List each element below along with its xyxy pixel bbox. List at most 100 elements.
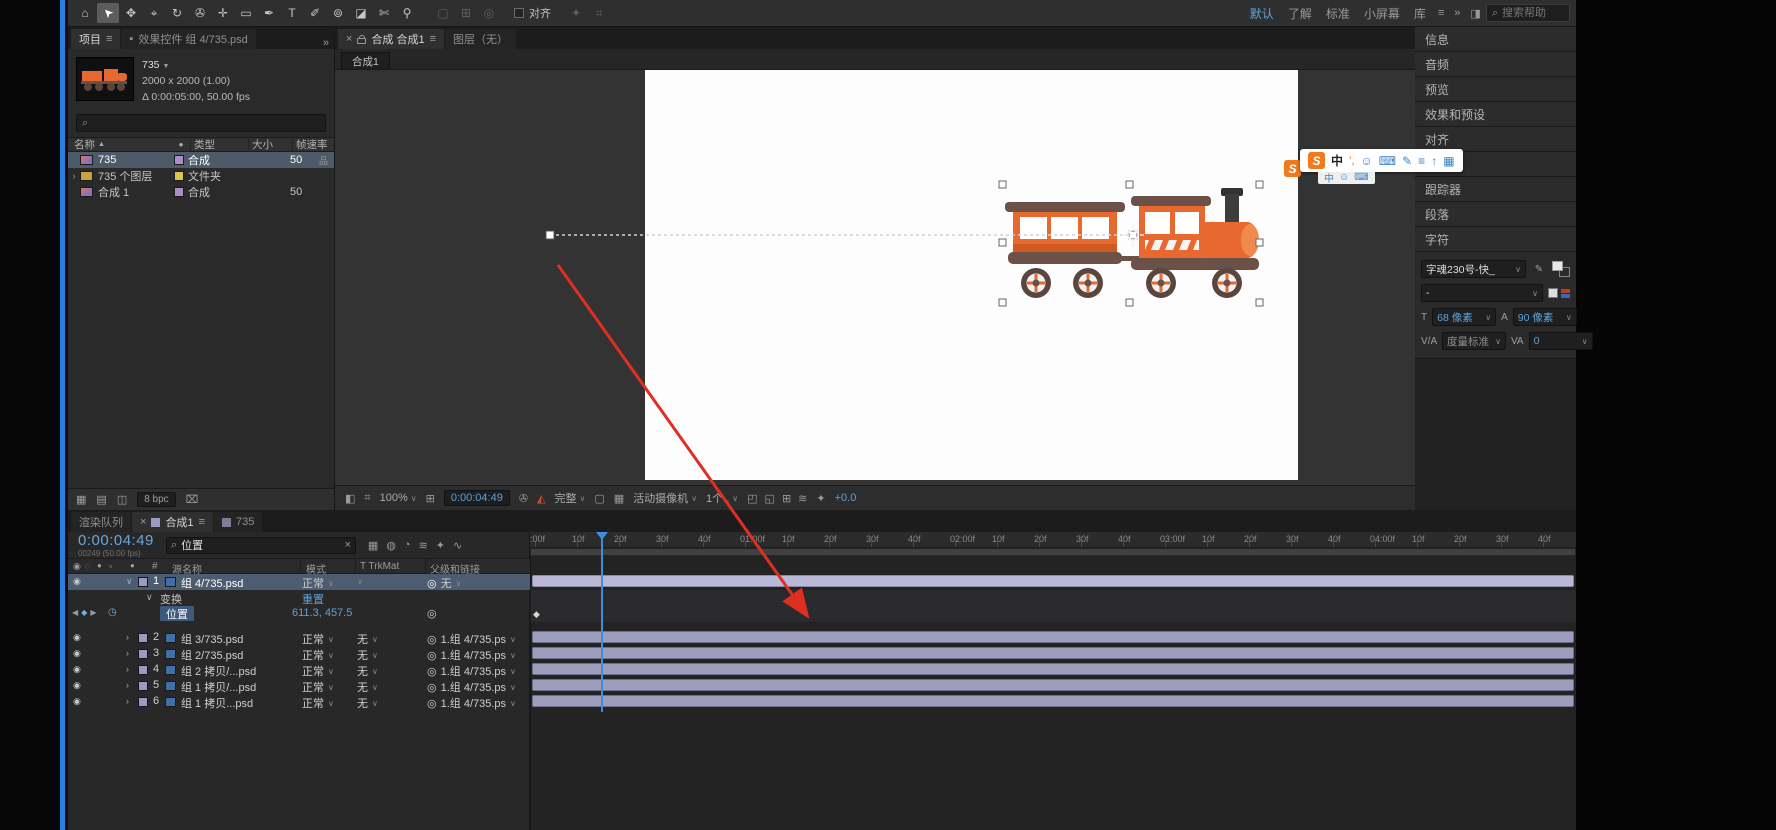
channel-icon[interactable]: ◭ bbox=[537, 492, 545, 505]
trash-icon[interactable]: ⌧ bbox=[186, 493, 199, 506]
trkmat-dropdown[interactable]: 无∨ bbox=[357, 679, 378, 695]
workspace-tab[interactable]: 了解 bbox=[1288, 5, 1312, 22]
subtab-comp1[interactable]: 合成1 bbox=[341, 52, 390, 69]
keyframe-diamond[interactable]: ◆ bbox=[533, 609, 540, 620]
panel-header[interactable]: 信息 bbox=[1415, 27, 1576, 52]
next-keyframe-icon[interactable]: ▶ bbox=[90, 608, 96, 617]
composition-viewer[interactable] bbox=[335, 70, 1415, 485]
ime-icon[interactable]: ▦ bbox=[1443, 154, 1454, 168]
组 1 拷贝...psd[interactable]: ◉ › 6 组 1 拷贝...psd 正常∨ 无∨ ◎1.组 4/735.ps∨ bbox=[68, 694, 1576, 710]
735 个图层[interactable]: › 735 个图层 文件夹 bbox=[68, 168, 334, 184]
panel-header[interactable]: 效果和预设 bbox=[1415, 102, 1576, 127]
layer-duration-bar[interactable] bbox=[532, 663, 1574, 675]
label-color-chip[interactable] bbox=[138, 649, 148, 659]
expand-icon[interactable]: › bbox=[126, 680, 129, 690]
panel-header-character[interactable]: 字符 bbox=[1415, 227, 1576, 252]
current-time-display[interactable]: 0:00:04:49 bbox=[78, 532, 154, 549]
project-columns-header[interactable]: 名称▲ ● 类型 大小 帧速率 bbox=[68, 137, 334, 152]
expand-icon[interactable]: › bbox=[126, 664, 129, 674]
pen-tool[interactable]: ✒ bbox=[258, 3, 280, 23]
font-family-dropdown[interactable]: 字魂230号-快_∨ bbox=[1421, 260, 1526, 278]
unified-camera-tool[interactable]: ✇ bbox=[189, 3, 211, 23]
expand-icon[interactable]: › bbox=[126, 632, 129, 642]
frame-blend-icon[interactable]: ≋ bbox=[419, 539, 428, 552]
eye-icon[interactable]: ◉ bbox=[73, 576, 81, 587]
parent-dropdown[interactable]: 1.组 4/735.ps∨ bbox=[441, 647, 516, 663]
collapse-icon[interactable]: ∨ bbox=[126, 576, 133, 587]
puppet-pin-tool[interactable]: ⚲ bbox=[396, 3, 418, 23]
hand-tool[interactable]: ✥ bbox=[120, 3, 142, 23]
transparency-grid-icon[interactable]: ▦ bbox=[614, 492, 624, 505]
motion-blur-icon[interactable]: ✦ bbox=[436, 539, 445, 552]
tab-timeline-735[interactable]: 735 bbox=[214, 512, 262, 532]
collapse-icon[interactable]: ∨ bbox=[146, 592, 153, 603]
layer-row-1[interactable]: ◉ ∨ 1 组 4/735.psd 正常∨ ∨ ◎无∨ bbox=[68, 574, 1576, 590]
eye-icon[interactable]: ◉ bbox=[73, 664, 81, 675]
eyedropper-icon[interactable]: ✎ bbox=[1531, 264, 1547, 275]
layer-duration-bar[interactable] bbox=[532, 631, 1574, 643]
trkmat-dropdown[interactable]: 无∨ bbox=[357, 663, 378, 679]
workspace-tab[interactable]: 默认 bbox=[1250, 5, 1274, 22]
zoom-dropdown[interactable]: 100%∨ bbox=[380, 492, 417, 504]
label-color-chip[interactable] bbox=[138, 665, 148, 675]
always-preview-icon[interactable]: ◧ bbox=[345, 492, 355, 505]
trkmat-dropdown[interactable]: 无∨ bbox=[357, 631, 378, 647]
panel-header[interactable]: 段落 bbox=[1415, 202, 1576, 227]
eye-icon[interactable]: ◉ bbox=[73, 648, 81, 659]
ime-icon[interactable]: ✎ bbox=[1402, 154, 1412, 168]
tab-overflow[interactable]: » bbox=[323, 37, 329, 49]
blend-mode-dropdown[interactable]: 正常∨ bbox=[302, 575, 334, 591]
graph-editor-icon[interactable]: ∿ bbox=[453, 539, 462, 552]
zoom-tool[interactable]: ⌖ bbox=[143, 3, 165, 23]
snap-toggle[interactable]: 对齐 bbox=[514, 5, 551, 21]
layer-duration-bar[interactable] bbox=[532, 695, 1574, 707]
layer-duration-bar[interactable] bbox=[532, 679, 1574, 691]
view-layout-dropdown[interactable]: 1个..∨ bbox=[706, 490, 738, 506]
new-folder-icon[interactable]: ◫ bbox=[117, 493, 127, 506]
pickwhip-icon[interactable]: ◎ bbox=[427, 665, 437, 678]
keyframe-toggle-icon[interactable]: ◆ bbox=[81, 608, 87, 617]
workspace-tab[interactable]: 小屏幕 bbox=[1364, 5, 1400, 22]
layer-name[interactable]: 组 3/735.psd bbox=[181, 631, 243, 647]
snapshot-icon[interactable]: ✇ bbox=[519, 492, 528, 505]
canvas[interactable] bbox=[645, 70, 1298, 480]
font-size-dropdown[interactable]: 68 像素∨ bbox=[1432, 308, 1496, 326]
help-search[interactable]: ⌕ bbox=[1486, 4, 1570, 22]
brush-tool[interactable]: ✐ bbox=[304, 3, 326, 23]
layer-duration-bar[interactable] bbox=[532, 575, 1574, 587]
draft-3d-icon[interactable]: ◍ bbox=[386, 539, 396, 552]
font-style-dropdown[interactable]: -∨ bbox=[1421, 284, 1543, 302]
kerning-dropdown[interactable]: 度量标准∨ bbox=[1442, 332, 1506, 350]
layer-name[interactable]: 组 4/735.psd bbox=[181, 575, 243, 591]
snap-checkbox[interactable] bbox=[514, 8, 524, 18]
magnification-icon[interactable]: ⌗ bbox=[364, 492, 370, 505]
label-color-chip[interactable] bbox=[174, 171, 184, 181]
组 2 拷贝/...psd[interactable]: ◉ › 4 组 2 拷贝/...psd 正常∨ 无∨ ◎1.组 4/735.ps… bbox=[68, 662, 1576, 678]
project-search[interactable]: ⌕ bbox=[76, 114, 326, 132]
组 1 拷贝/...psd[interactable]: ◉ › 5 组 1 拷贝/...psd 正常∨ 无∨ ◎1.组 4/735.ps… bbox=[68, 678, 1576, 694]
axis-mode-icon-2[interactable]: ⊞ bbox=[455, 3, 477, 23]
pickwhip-icon[interactable]: ◎ bbox=[427, 577, 437, 590]
reset-link[interactable]: 重置 bbox=[302, 594, 324, 606]
ime-icon[interactable]: ≡ bbox=[1418, 154, 1425, 168]
label-color-chip[interactable] bbox=[138, 681, 148, 691]
workspace-menu-icon[interactable]: ≡ bbox=[1438, 7, 1444, 19]
pixel-aspect-icon[interactable]: ≋ bbox=[798, 492, 807, 505]
lock-icon[interactable] bbox=[357, 38, 366, 44]
panel-menu-icon[interactable]: ≡ bbox=[106, 33, 112, 45]
pickwhip-icon[interactable]: ◎ bbox=[427, 681, 437, 694]
multi-view-icon[interactable]: ◱ bbox=[765, 492, 775, 505]
parent-dropdown[interactable]: 1.组 4/735.ps∨ bbox=[441, 679, 516, 695]
leading-dropdown[interactable]: 90 像素∨ bbox=[1513, 308, 1577, 326]
expand-icon[interactable]: › bbox=[68, 171, 80, 181]
clear-search-icon[interactable]: × bbox=[344, 539, 350, 551]
label-color-chip[interactable] bbox=[174, 155, 184, 165]
current-time-indicator[interactable] bbox=[601, 532, 603, 712]
pickwhip-icon[interactable]: ◎ bbox=[427, 649, 437, 662]
eye-icon[interactable]: ◉ bbox=[73, 632, 81, 643]
parent-dropdown[interactable]: 1.组 4/735.ps∨ bbox=[441, 631, 516, 647]
roi-icon[interactable]: ▢ bbox=[594, 492, 604, 505]
tab-timeline-comp1[interactable]: × 合成1 ≡ bbox=[132, 512, 213, 532]
pickwhip-icon[interactable]: ◎ bbox=[427, 697, 437, 710]
panel-menu-icon[interactable]: ≡ bbox=[430, 33, 436, 45]
